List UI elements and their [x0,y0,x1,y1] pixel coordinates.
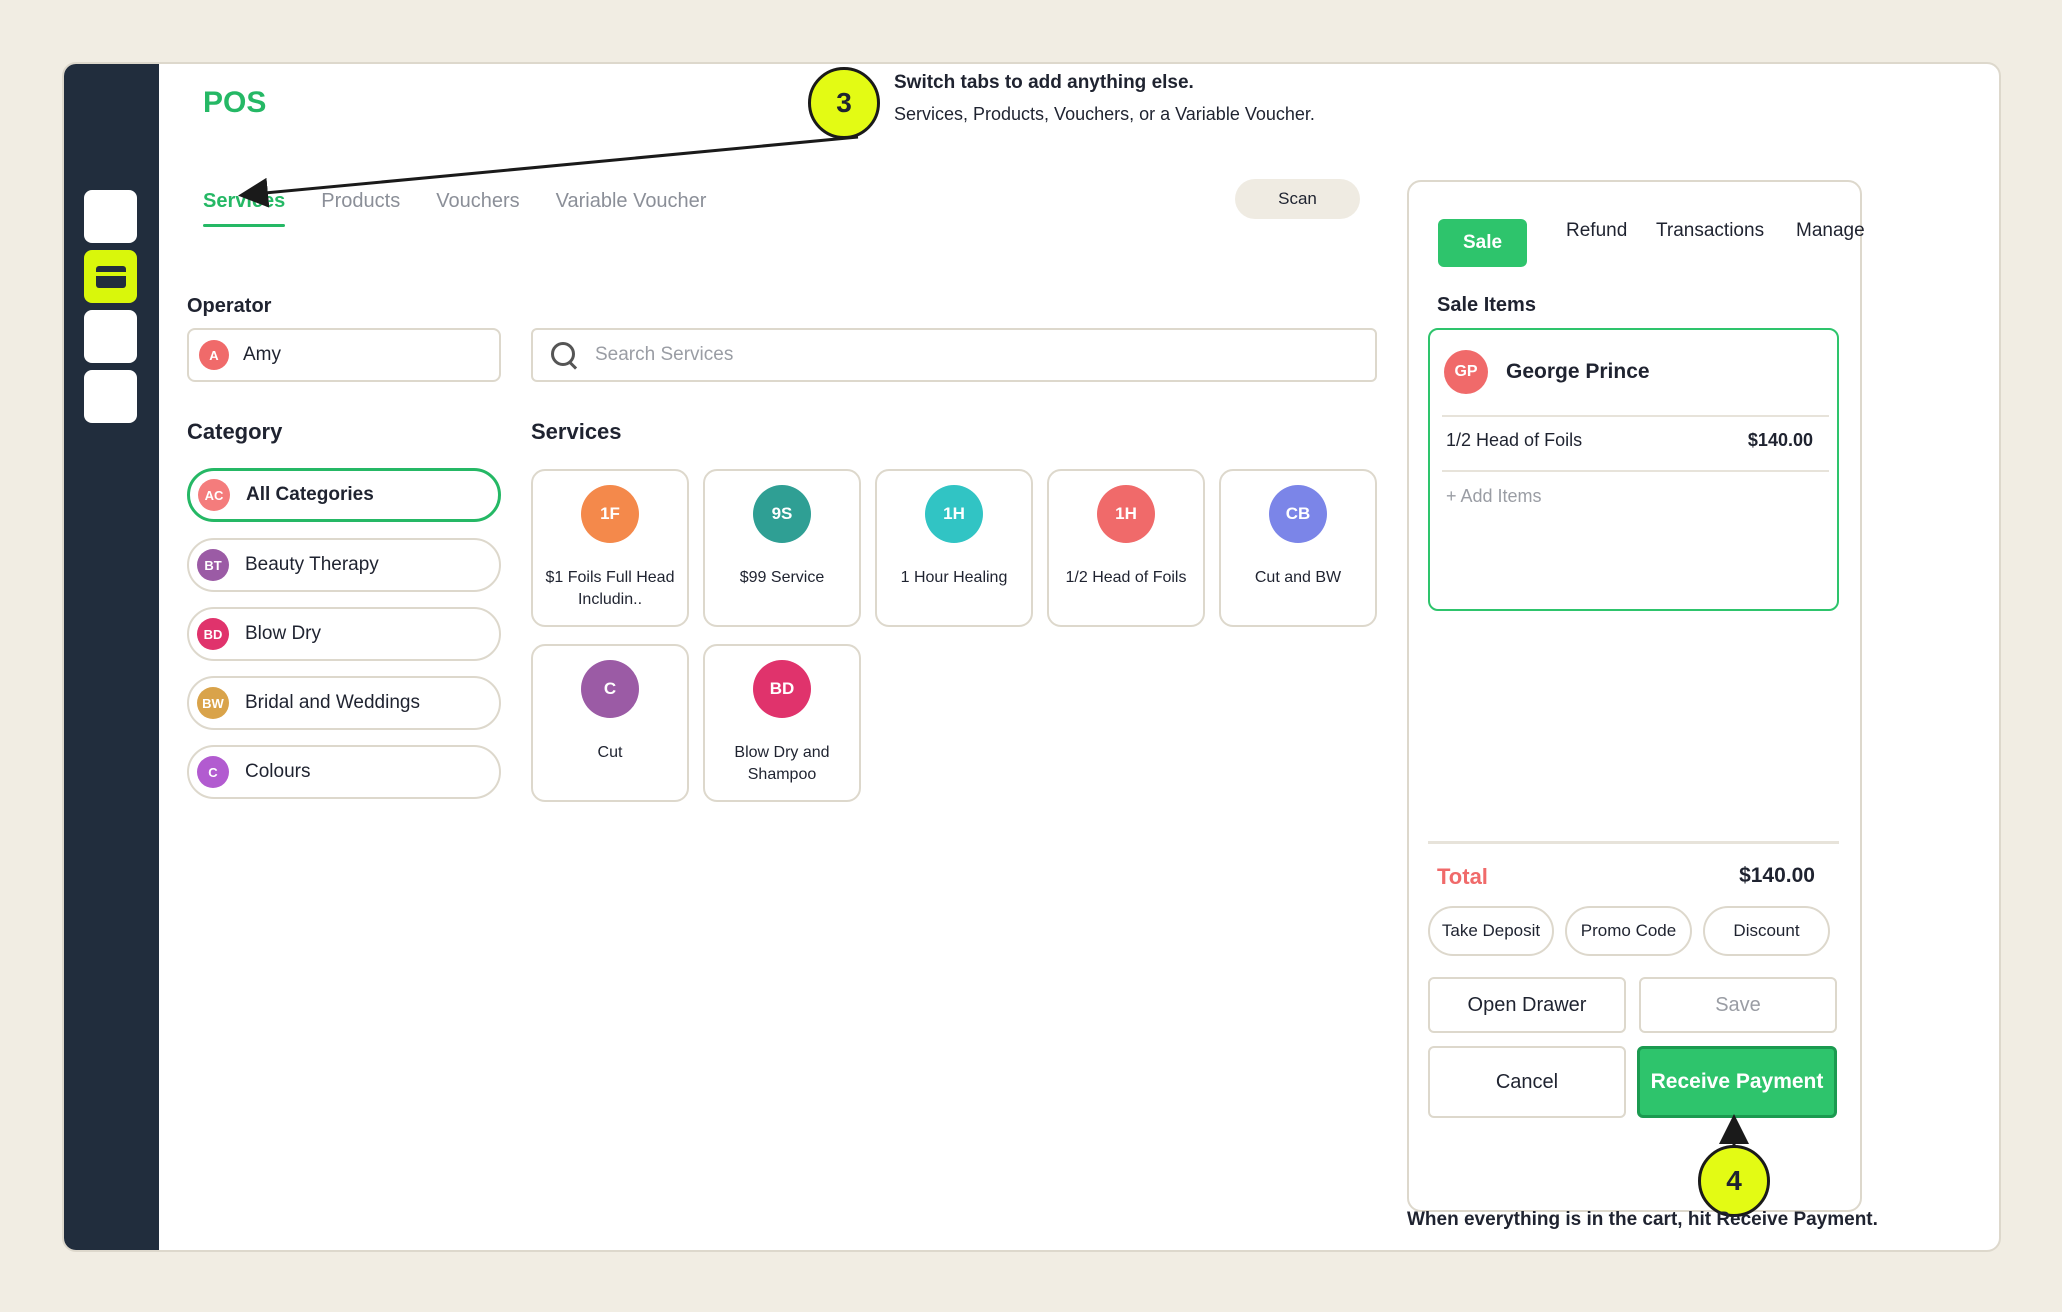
step3-arrow [238,135,859,208]
step-3-text: Services, Products, Vouchers, or a Varia… [894,104,1315,124]
callout-arrows [238,135,1749,1146]
step-4-text: When everything is in the cart, hit Rece… [1407,1209,1878,1230]
step-3-badge: 3 [808,67,880,139]
step-4-badge: 4 [1698,1145,1770,1217]
step-3-title: Switch tabs to add anything else. [894,72,1194,93]
